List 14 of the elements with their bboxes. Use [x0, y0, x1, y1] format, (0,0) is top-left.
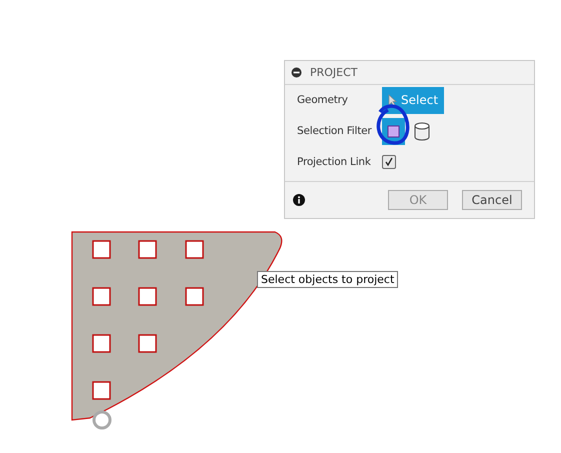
info-icon[interactable]	[293, 194, 305, 206]
field-label: Selection Filter	[297, 125, 373, 137]
cancel-button[interactable]: Cancel	[462, 190, 522, 210]
select-button[interactable]: Select	[382, 86, 444, 114]
dialog-title: PROJECT	[310, 66, 358, 79]
field-label: Geometry	[297, 94, 349, 106]
cursor-icon	[388, 94, 397, 106]
face-select-icon	[387, 124, 400, 138]
body-icon[interactable]	[414, 122, 430, 140]
field-label: Projection Link	[297, 156, 372, 168]
projection-link-checkbox[interactable]	[382, 155, 396, 169]
collapse-icon[interactable]	[291, 67, 302, 78]
tooltip: Select objects to project	[257, 271, 398, 288]
origin-icon	[92, 410, 112, 430]
